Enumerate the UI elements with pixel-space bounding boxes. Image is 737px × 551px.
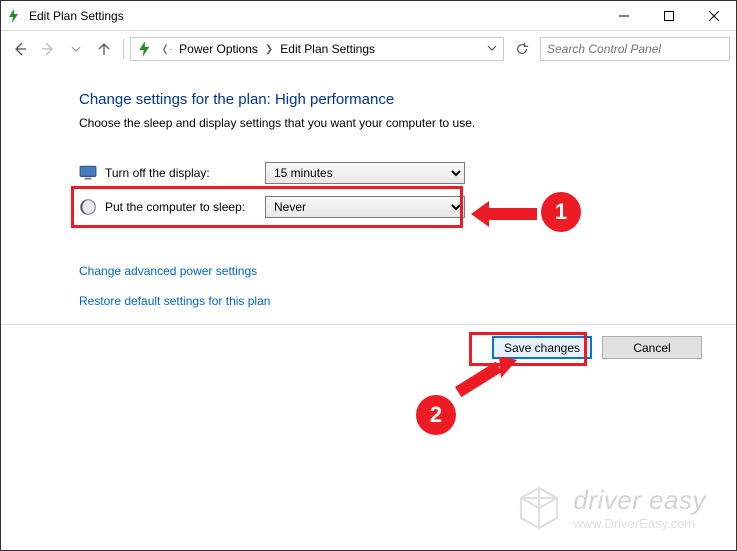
footer: Save changes Cancel bbox=[1, 324, 736, 370]
back-button[interactable] bbox=[7, 36, 33, 62]
titlebar: Edit Plan Settings bbox=[1, 1, 736, 31]
close-button[interactable] bbox=[691, 1, 736, 30]
location-icon bbox=[137, 40, 155, 58]
annotation-badge-2: 2 bbox=[416, 395, 456, 435]
nav-separator bbox=[123, 39, 124, 59]
page-heading: Change settings for the plan: High perfo… bbox=[79, 91, 736, 108]
link-advanced-settings[interactable]: Change advanced power settings bbox=[79, 264, 736, 278]
cancel-button[interactable]: Cancel bbox=[602, 336, 702, 359]
app-icon bbox=[7, 8, 23, 24]
window-title: Edit Plan Settings bbox=[29, 9, 601, 23]
watermark-logo-icon bbox=[515, 484, 563, 532]
setting-sleep-select[interactable]: Never bbox=[265, 196, 465, 218]
setting-display-label: Turn off the display: bbox=[105, 166, 265, 180]
search-input[interactable] bbox=[547, 42, 723, 56]
content: Change settings for the plan: High perfo… bbox=[1, 67, 736, 308]
setting-display-select[interactable]: 15 minutes bbox=[265, 162, 465, 184]
page-subtext: Choose the sleep and display settings th… bbox=[79, 116, 736, 130]
watermark: driver easy www.DriverEasy.com bbox=[515, 484, 706, 532]
breadcrumb-dropdown[interactable] bbox=[483, 42, 501, 56]
link-restore-defaults[interactable]: Restore default settings for this plan bbox=[79, 294, 736, 308]
chevron-right-icon[interactable]: ❬∙ bbox=[159, 44, 174, 55]
maximize-button[interactable] bbox=[646, 1, 691, 30]
moon-icon bbox=[79, 198, 97, 216]
breadcrumb-power-options[interactable]: Power Options bbox=[174, 38, 263, 60]
watermark-title: driver easy bbox=[573, 485, 706, 516]
forward-button[interactable] bbox=[35, 36, 61, 62]
up-button[interactable] bbox=[91, 36, 117, 62]
chevron-right-icon: ❯ bbox=[263, 44, 275, 55]
search-box[interactable] bbox=[540, 37, 730, 61]
minimize-button[interactable] bbox=[601, 1, 646, 30]
setting-turn-off-display: Turn off the display: 15 minutes bbox=[79, 156, 736, 190]
watermark-sub: www.DriverEasy.com bbox=[573, 516, 706, 531]
display-icon bbox=[79, 164, 97, 182]
setting-put-to-sleep: Put the computer to sleep: Never bbox=[79, 190, 736, 224]
save-button[interactable]: Save changes bbox=[492, 336, 592, 359]
navbar: ❬∙ Power Options ❯ Edit Plan Settings bbox=[1, 31, 736, 67]
refresh-button[interactable] bbox=[510, 37, 534, 61]
recent-dropdown[interactable] bbox=[63, 36, 89, 62]
breadcrumb[interactable]: ❬∙ Power Options ❯ Edit Plan Settings bbox=[130, 37, 504, 61]
breadcrumb-edit-plan[interactable]: Edit Plan Settings bbox=[275, 38, 380, 60]
setting-sleep-label: Put the computer to sleep: bbox=[105, 200, 265, 214]
